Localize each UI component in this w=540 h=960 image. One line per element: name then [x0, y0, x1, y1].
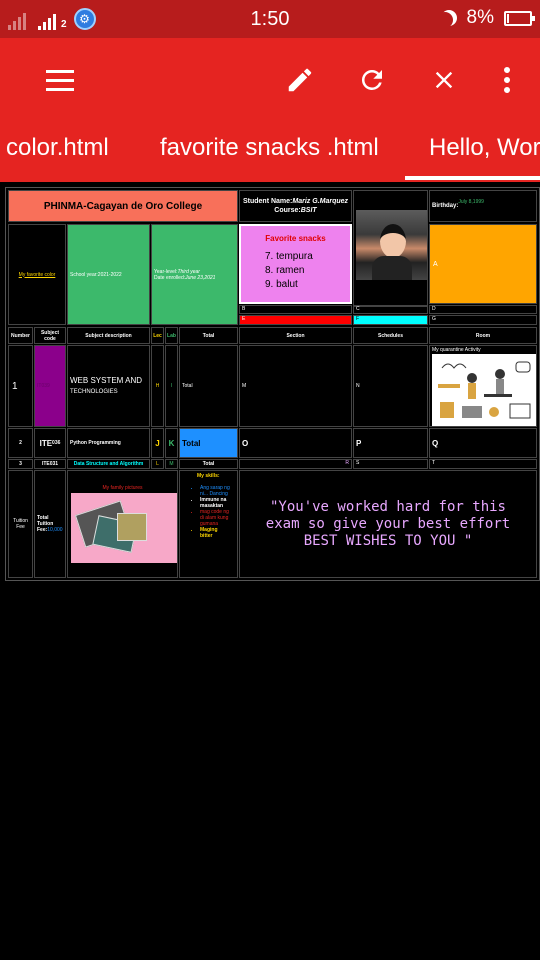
- row3-code: ITE031: [34, 459, 66, 469]
- family-pictures-cell: My family pictures: [67, 470, 178, 578]
- total-tuition-cell: Total Tuition Fee:10,000: [34, 470, 66, 578]
- skills-title: My skills:: [197, 473, 220, 479]
- year-level-cell: Year-level:Third year Date enrolled:June…: [151, 224, 238, 325]
- snack-item: 9. balut: [265, 279, 298, 290]
- row1-schedule: N: [353, 345, 428, 427]
- battery-percent: 8%: [466, 7, 494, 28]
- student-photo: [356, 210, 427, 280]
- snack-item: 7. tempura: [265, 251, 313, 262]
- skill-item: Maging bitter: [200, 527, 230, 539]
- active-tab-indicator: [405, 176, 540, 180]
- status-bar: 2 ⚙ 1:50 8%: [0, 0, 540, 38]
- cell-b: B: [239, 305, 352, 314]
- header-number: Number: [8, 327, 33, 344]
- header-subject-code: Subject code: [34, 327, 66, 344]
- row1-code: IT039: [34, 345, 66, 427]
- row1-room: My quarantine Activity: [429, 345, 537, 427]
- row1-total: Total: [179, 345, 238, 427]
- row3-description: Data Structure and Algorithm: [67, 459, 150, 469]
- cell-f: F: [353, 315, 428, 325]
- header-schedules: Schedules: [353, 327, 428, 344]
- row2-lab: K: [165, 428, 178, 458]
- row1-lab: I: [165, 345, 178, 427]
- skill-item: Ang sarap ng ni... Dancing: [200, 485, 230, 497]
- favorite-snacks-box: Favorite snacks 7. tempura 8. ramen 9. b…: [239, 224, 352, 304]
- header-total: Total: [179, 327, 238, 344]
- birthday-cell: Birthday: July 8,1999: [429, 190, 537, 222]
- quarantine-caption: My quarantine Activity: [432, 347, 481, 353]
- header-lec: Lec: [151, 327, 164, 344]
- battery-icon: [504, 10, 535, 26]
- cell-g: G: [429, 315, 537, 325]
- refresh-icon[interactable]: [352, 60, 392, 100]
- skills-list: Ang sarap ng ni... Dancing Immune na mas…: [200, 485, 230, 539]
- row1-lec: H: [151, 345, 164, 427]
- tab-favorite-snacks-html[interactable]: favorite snacks .html: [160, 134, 379, 162]
- quarantine-illustration: [432, 354, 536, 426]
- row2-code: ITE 036: [34, 428, 66, 458]
- snacks-title: Favorite snacks: [265, 234, 326, 243]
- pencil-icon[interactable]: [280, 60, 320, 100]
- tuition-fee-label: Tuition Fee: [8, 470, 33, 578]
- row3-lec: L: [151, 459, 164, 469]
- row2-section: O: [239, 428, 352, 458]
- more-vert-icon[interactable]: [487, 60, 527, 100]
- tab-bar: color.html favorite snacks .html Hello, …: [0, 122, 540, 182]
- family-pictures-caption: My family pictures: [102, 485, 143, 491]
- college-name: PHINMA-Cagayan de Oro College: [8, 190, 238, 222]
- row3-total: Total: [179, 459, 238, 469]
- row3-lab: M: [165, 459, 178, 469]
- skill-item: Immune na masaktan: [200, 497, 230, 509]
- tab-hello-world[interactable]: Hello, Wor: [429, 134, 540, 162]
- row2-lec: J: [151, 428, 164, 458]
- student-photo-cell: [353, 190, 428, 307]
- close-icon[interactable]: [424, 60, 464, 100]
- row3-schedule: S: [353, 459, 428, 469]
- web-content: PHINMA-Cagayan de Oro College Student Na…: [0, 182, 540, 960]
- favorite-color-link[interactable]: My favorite color: [8, 224, 66, 325]
- school-year-cell: School year:2021-2022: [67, 224, 150, 325]
- row3-section: R: [239, 459, 352, 469]
- do-not-disturb-moon-icon: [437, 12, 453, 28]
- skill-item: mag code ng di alam kung gumana: [200, 509, 230, 527]
- row2-total: Total: [179, 428, 238, 458]
- row1-number: 1: [8, 345, 33, 427]
- row2-description: Python Programming: [67, 428, 150, 458]
- row3-room: T: [429, 459, 537, 469]
- header-subject-description: Subject description: [67, 327, 150, 344]
- battery-level: [507, 13, 509, 23]
- header-section: Section: [239, 327, 352, 344]
- snack-item: 8. ramen: [265, 265, 305, 276]
- toolbar: [0, 38, 540, 122]
- student-info: Student Name:Mariz G.Marquez Course:BSIT: [239, 190, 352, 222]
- header-lab: Lab: [165, 327, 178, 344]
- row1-section: M: [239, 345, 352, 427]
- menu-icon[interactable]: [40, 60, 80, 100]
- header-room: Room: [429, 327, 537, 344]
- row2-schedule: P: [353, 428, 428, 458]
- best-wishes-quote: "You've worked hard for this exam so giv…: [239, 470, 537, 578]
- cell-a: A: [429, 224, 537, 304]
- row1-description: WEB SYSTEM AND TECHNOLOGIES: [67, 345, 150, 427]
- row2-number: 2: [8, 428, 33, 458]
- row2-room: Q: [429, 428, 537, 458]
- tab-color-html[interactable]: color.html: [6, 134, 109, 162]
- cell-d: D: [429, 305, 537, 314]
- cell-c: C: [353, 305, 428, 314]
- skills-cell: My skills: Ang sarap ng ni... Dancing Im…: [179, 470, 238, 578]
- row3-number: 3: [8, 459, 33, 469]
- family-collage: [71, 493, 177, 563]
- profile-table: PHINMA-Cagayan de Oro College Student Na…: [5, 187, 540, 581]
- cell-e: E: [239, 315, 352, 325]
